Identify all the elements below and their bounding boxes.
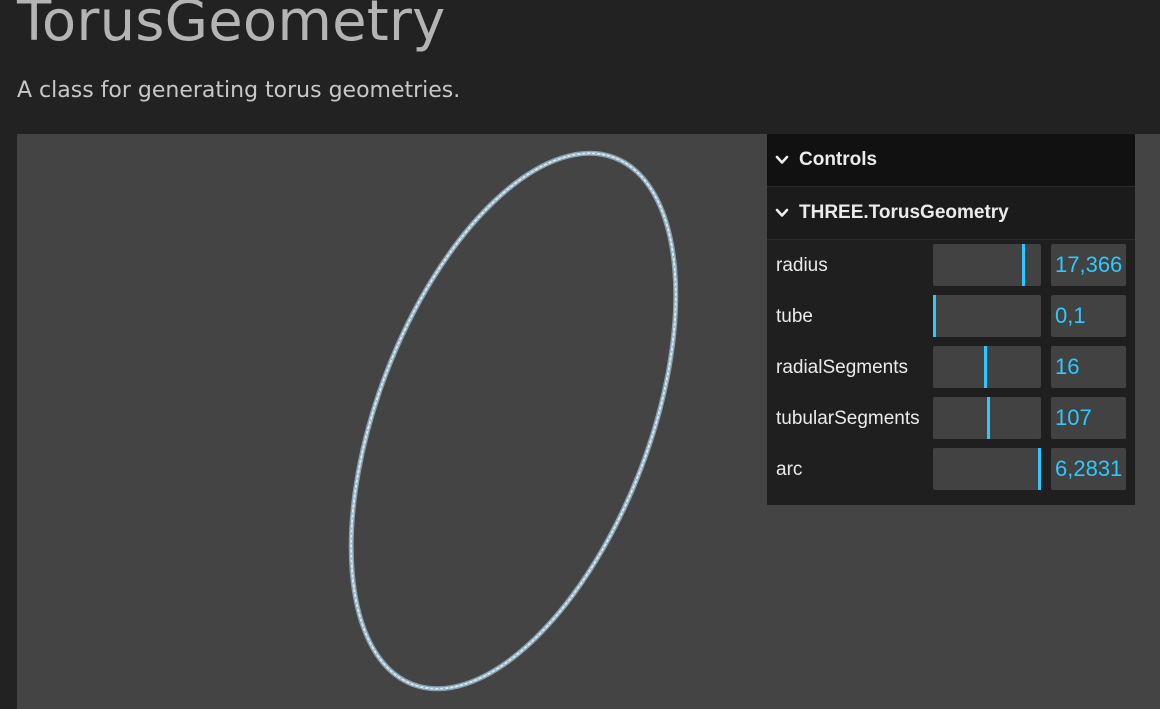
controls-header[interactable]: Controls [767,134,1135,187]
slider-fill-arc [933,448,1041,490]
chevron-down-icon [775,206,789,220]
number-input-tubular-segments[interactable]: 107 [1051,397,1126,439]
slider-fill-tube [933,295,936,337]
slider-fill-radius [933,244,1025,286]
number-input-radial-segments[interactable]: 16 [1051,346,1126,388]
control-label-tube: tube [776,306,813,327]
slider-fill-tubular-segments [933,397,990,439]
control-row-radius: radius 17,366 [767,240,1135,291]
page: TorusGeometry A class for generating tor… [0,0,1160,709]
folder-header-torus-geometry[interactable]: THREE.TorusGeometry [767,187,1135,240]
controls-panel: Controls THREE.TorusGeometry radius 17,3… [767,134,1135,505]
folder-label: THREE.TorusGeometry [799,202,1009,223]
slider-arc[interactable] [933,448,1041,490]
slider-tube[interactable] [933,295,1041,337]
control-row-tube: tube 0,1 [767,291,1135,342]
control-label-radial-segments: radialSegments [776,357,909,378]
control-label-tubular-segments: tubularSegments [776,408,920,429]
slider-fill-radial-segments [933,346,987,388]
page-title: TorusGeometry [17,0,446,54]
control-row-tubular-segments: tubularSegments 107 [767,393,1135,444]
number-input-arc[interactable]: 6,2831 [1051,448,1126,490]
control-row-arc: arc 6,2831 [767,444,1135,495]
control-label-arc: arc [776,459,803,480]
control-label-radius: radius [776,255,828,276]
number-input-tube[interactable]: 0,1 [1051,295,1126,337]
number-input-radius[interactable]: 17,366 [1051,244,1126,286]
chevron-down-icon [775,153,789,167]
slider-radial-segments[interactable] [933,346,1041,388]
slider-tubular-segments[interactable] [933,397,1041,439]
control-row-radial-segments: radialSegments 16 [767,342,1135,393]
slider-radius[interactable] [933,244,1041,286]
page-subtitle: A class for generating torus geometries. [17,78,461,103]
controls-header-label: Controls [799,149,878,170]
